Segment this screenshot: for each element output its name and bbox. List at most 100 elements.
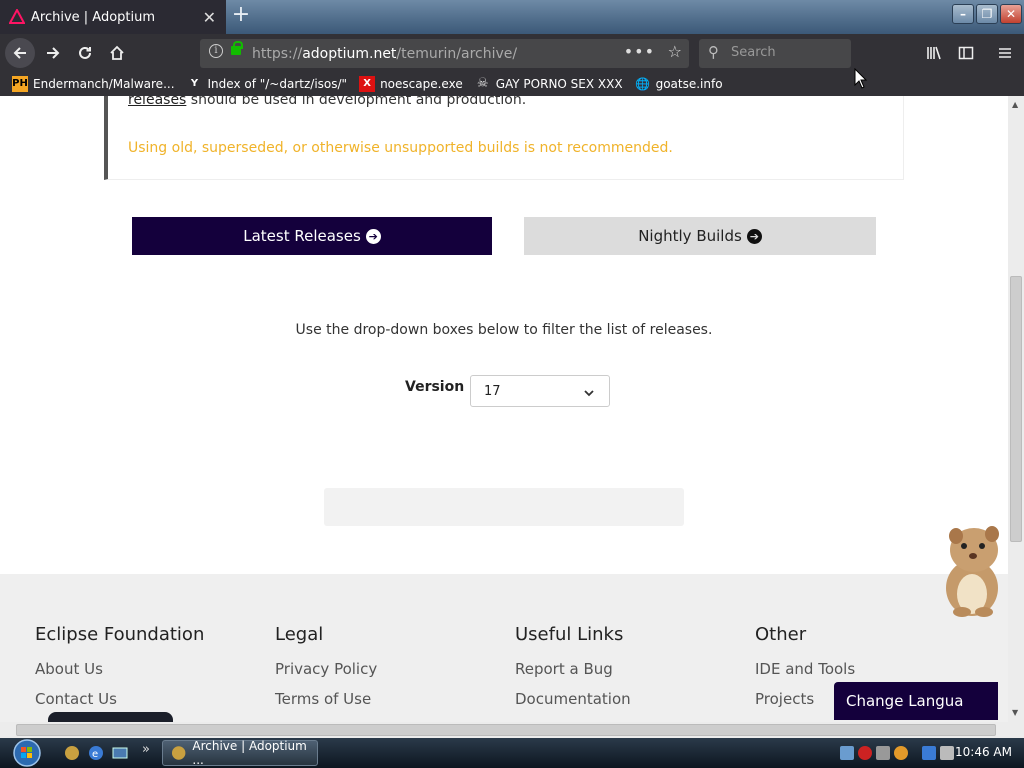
- bookmark-item[interactable]: 🌐 goatse.info: [635, 76, 723, 92]
- title-bar: Archive | Adoptium ✕ + – ❐ ✕: [0, 0, 1024, 34]
- footer-heading: Useful Links: [515, 624, 624, 645]
- app-window-icon: [171, 746, 186, 760]
- reload-button[interactable]: [72, 40, 98, 66]
- footer-link[interactable]: About Us: [35, 660, 204, 678]
- search-icon: ⚲: [708, 43, 719, 61]
- bookmark-label: GAY PORNO SEX XXX: [495, 77, 623, 91]
- tab-close-icon[interactable]: ✕: [203, 8, 216, 27]
- browser-tab[interactable]: Archive | Adoptium ✕: [0, 0, 226, 34]
- footer-link[interactable]: Report a Bug: [515, 660, 631, 678]
- globe-icon: 🌐: [635, 77, 651, 91]
- loading-placeholder: [324, 488, 684, 526]
- footer-link[interactable]: IDE and Tools: [755, 660, 855, 678]
- scroll-down-icon[interactable]: ▼: [1012, 708, 1018, 717]
- forward-arrow-icon: [47, 47, 60, 59]
- footer-heading: Other: [755, 624, 807, 645]
- tab-title: Archive | Adoptium: [31, 9, 156, 25]
- notice-text-rest: should be used in development and produc…: [186, 96, 527, 108]
- search-input[interactable]: [731, 45, 841, 60]
- nightly-builds-label: Nightly Builds: [638, 227, 742, 245]
- minimize-button[interactable]: –: [952, 4, 974, 24]
- footer-link[interactable]: Documentation: [515, 690, 631, 708]
- show-desktop-icon[interactable]: [112, 745, 128, 761]
- restore-button[interactable]: ❐: [976, 4, 998, 24]
- releases-link[interactable]: releases: [128, 96, 186, 108]
- back-button[interactable]: [5, 38, 35, 68]
- bookmark-label: Endermanch/Malware...: [33, 77, 175, 91]
- archive-notice: releases should be used in development a…: [104, 96, 904, 180]
- footer-link[interactable]: Privacy Policy: [275, 660, 377, 678]
- ph-icon: PH: [12, 76, 28, 92]
- lock-icon[interactable]: [231, 41, 243, 55]
- bookmark-item[interactable]: Y Index of "/~dartz/isos/": [187, 76, 347, 92]
- address-bar[interactable]: i https://adoptium.net/temurin/archive/ …: [200, 39, 689, 68]
- warning-text: Using old, superseded, or otherwise unsu…: [128, 140, 673, 156]
- footer-link[interactable]: Terms of Use: [275, 690, 377, 708]
- tray-volume-icon[interactable]: [940, 746, 954, 760]
- page-content: releases should be used in development a…: [0, 96, 1008, 722]
- page-actions-icon[interactable]: •••: [624, 42, 655, 61]
- nightly-builds-button[interactable]: Nightly Builds ➔: [524, 217, 876, 255]
- info-icon[interactable]: i: [209, 44, 223, 58]
- new-tab-button[interactable]: +: [230, 4, 252, 28]
- filter-instructions: Use the drop-down boxes below to filter …: [295, 322, 713, 338]
- nav-toolbar: i https://adoptium.net/temurin/archive/ …: [0, 34, 1024, 72]
- footer-column-useful-links: Useful Links Report a Bug Documentation: [515, 624, 631, 720]
- library-icon: [927, 46, 941, 60]
- footer-heading: Eclipse Foundation: [35, 624, 205, 645]
- bookmark-item[interactable]: X noescape.exe: [359, 76, 463, 92]
- vertical-scroll-thumb[interactable]: [1010, 276, 1022, 542]
- tray-network-icon[interactable]: [840, 746, 854, 760]
- horizontal-scrollbar[interactable]: [0, 722, 1024, 738]
- taskbar-item-label: Archive | Adoptium ...: [192, 739, 307, 767]
- url-text[interactable]: https://adoptium.net/temurin/archive/: [252, 46, 517, 62]
- tray-search-icon[interactable]: [894, 746, 908, 760]
- bookmark-star-icon[interactable]: ☆: [668, 42, 682, 61]
- sidebar-button[interactable]: [953, 40, 979, 66]
- svg-text:e: e: [92, 749, 98, 760]
- back-arrow-icon: [13, 47, 26, 59]
- bookmark-item[interactable]: ☠ GAY PORNO SEX XXX: [475, 76, 623, 92]
- footer-column-eclipse: Eclipse Foundation About Us Contact Us: [35, 624, 204, 720]
- system-clock[interactable]: 10:46 AM: [955, 745, 1012, 759]
- tray-app-icon[interactable]: [876, 746, 890, 760]
- mouse-cursor-icon: [854, 68, 868, 89]
- footer-column-legal: Legal Privacy Policy Terms of Use: [275, 624, 377, 720]
- bookmark-label: noescape.exe: [380, 77, 463, 91]
- window-close-button[interactable]: ✕: [1000, 4, 1022, 24]
- scroll-up-icon[interactable]: ▲: [1012, 100, 1018, 109]
- forward-button[interactable]: [40, 40, 66, 66]
- latest-releases-label: Latest Releases: [243, 227, 361, 245]
- search-bar[interactable]: ⚲: [699, 39, 851, 68]
- y-combinator-icon: Y: [190, 78, 199, 89]
- sidebar-icon: [958, 46, 974, 60]
- hamburger-icon: [999, 48, 1011, 58]
- start-orb-icon[interactable]: [10, 738, 44, 768]
- arrow-circle-icon: ➔: [746, 228, 762, 244]
- notice-text: releases should be used in development a…: [128, 96, 526, 108]
- tray-security-icon[interactable]: [858, 746, 872, 760]
- hamster-mascot-icon[interactable]: [932, 520, 1008, 620]
- quicklaunch-overflow-icon[interactable]: »: [142, 742, 150, 757]
- vertical-scrollbar[interactable]: ▲ ▼: [1008, 96, 1024, 722]
- change-language-button[interactable]: Change Langua: [834, 682, 998, 720]
- version-label: Version: [405, 379, 465, 395]
- x-icon: X: [359, 76, 376, 92]
- cookie-tab[interactable]: [48, 712, 173, 722]
- library-button[interactable]: [921, 40, 947, 66]
- menu-button[interactable]: [992, 40, 1018, 66]
- tray-display-icon[interactable]: [922, 746, 936, 760]
- adoptium-icon: [9, 9, 25, 24]
- skull-icon: ☠: [476, 76, 489, 91]
- latest-releases-button[interactable]: Latest Releases ➔: [132, 217, 492, 255]
- version-select[interactable]: 17: [470, 375, 610, 407]
- home-button[interactable]: [104, 40, 130, 66]
- bookmark-item[interactable]: PH Endermanch/Malware...: [12, 76, 175, 92]
- taskbar-firefox-window[interactable]: Archive | Adoptium ...: [162, 739, 318, 767]
- horizontal-scroll-thumb[interactable]: [16, 724, 996, 736]
- footer-link[interactable]: Contact Us: [35, 690, 204, 708]
- bookmark-label: goatse.info: [655, 77, 723, 91]
- ie-icon[interactable]: e: [88, 745, 104, 761]
- quicklaunch-app-icon[interactable]: [64, 745, 80, 761]
- chevron-down-icon: [583, 382, 595, 403]
